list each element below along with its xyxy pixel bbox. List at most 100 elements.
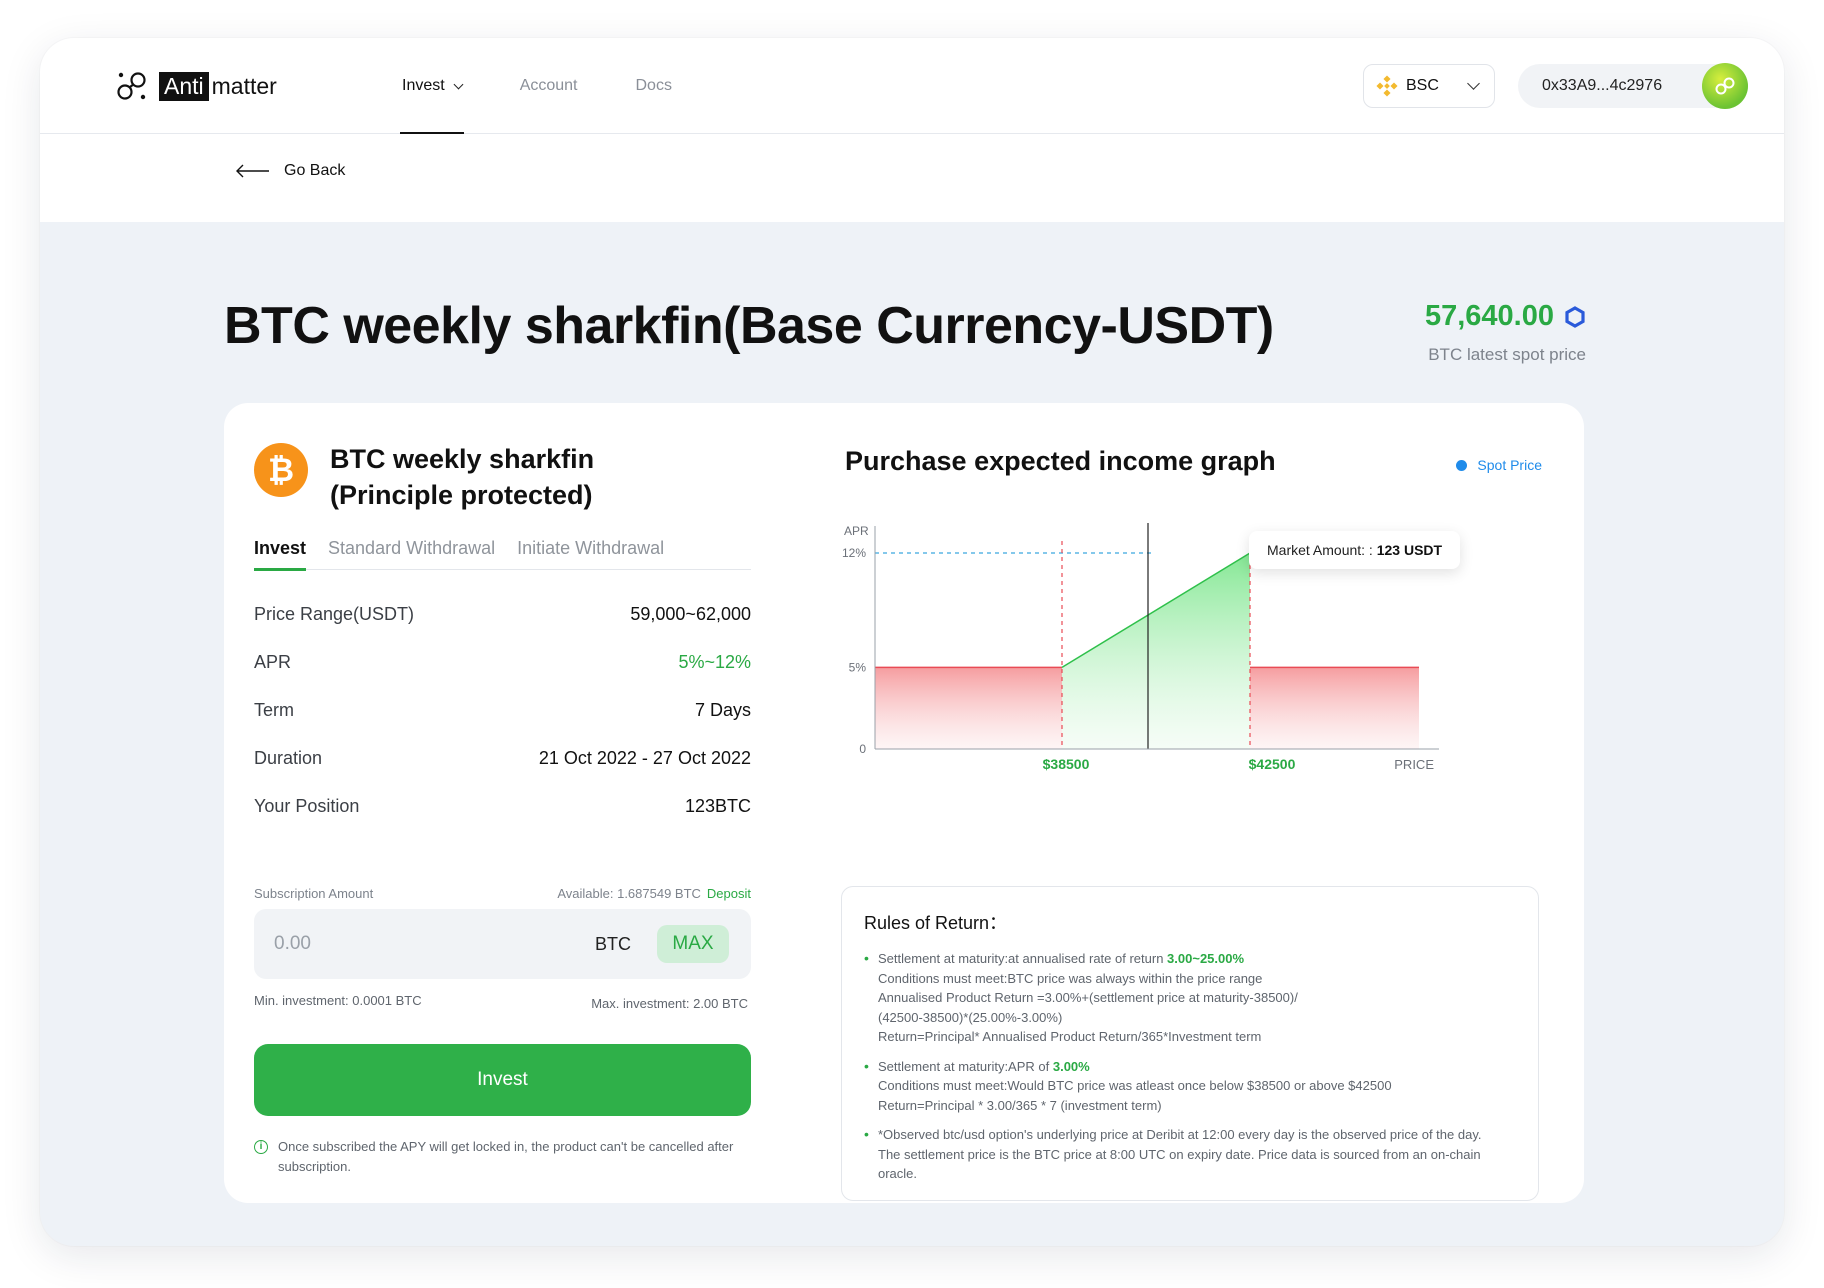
- info-value: 21 Oct 2022 - 27 Oct 2022: [538, 747, 751, 768]
- chain-selector[interactable]: BSC: [1363, 64, 1495, 108]
- nav-account[interactable]: Account: [520, 38, 578, 134]
- tab-invest[interactable]: Invest: [254, 538, 307, 571]
- chevron-down-icon: [1467, 77, 1480, 90]
- subscription-label-row: Subscription Amount Available: 1.687549 …: [254, 886, 751, 901]
- rule-line: Annualised Product Return =3.00%+(settle…: [878, 990, 1298, 1005]
- chain-label: BSC: [1406, 77, 1439, 94]
- info-key: Your Position: [254, 795, 360, 816]
- bullet-icon: •: [864, 1057, 869, 1074]
- info-value: 7 Days: [694, 699, 751, 720]
- tooltip-label: Market Amount: :: [1267, 542, 1373, 558]
- go-back-label: Go Back: [284, 162, 346, 179]
- max-investment: Max. investment: 2.00 BTC: [591, 996, 748, 1011]
- rule-body: Settlement at maturity:at annualised rat…: [878, 949, 1298, 1047]
- bullet-icon: •: [864, 1126, 869, 1142]
- rule-lead-text: *Observed btc/usd option's underlying pr…: [878, 1127, 1482, 1142]
- segment-above-area: [1250, 667, 1419, 749]
- antimatter-logo[interactable]: Anti matter: [115, 66, 277, 106]
- chart-legend: Spot Price: [1456, 457, 1542, 473]
- rule-lead: Settlement at maturity:APR of 3.00%: [878, 1057, 1392, 1077]
- subscription-label: Subscription Amount: [254, 886, 374, 901]
- lock-notice: i Once subscribed the APY will get locke…: [254, 1137, 751, 1177]
- info-key: Price Range(USDT): [254, 603, 415, 624]
- spot-price: 57,640.00: [1425, 300, 1586, 333]
- nav-account-label: Account: [519, 77, 578, 94]
- rule-item: • Settlement at maturity:at annualised ra…: [864, 949, 1516, 1047]
- logo-text-anti: Anti: [159, 71, 209, 101]
- product-info-list: Price Range(USDT) 59,000~62,000 APR 5%~1…: [254, 590, 751, 830]
- available-text: Available: 1.687549 BTC: [557, 886, 701, 901]
- info-value: 123BTC: [684, 795, 751, 816]
- rules-of-return: Rules of Return： • Settlement at maturity…: [841, 886, 1539, 1201]
- rule-body: Settlement at maturity:APR of 3.00% Condi…: [878, 1057, 1392, 1116]
- x-tick-label: $42500: [1249, 756, 1296, 772]
- y-tick-label: 5%: [849, 660, 867, 674]
- deposit-link[interactable]: Deposit: [707, 886, 751, 901]
- chevron-down-icon: [453, 79, 464, 89]
- max-button[interactable]: MAX: [657, 925, 729, 963]
- y-tick-label: 0: [859, 742, 866, 756]
- info-row-position: Your Position 123BTC: [254, 782, 751, 830]
- rule-highlight: 3.00%: [1052, 1058, 1090, 1074]
- chainlink-icon: [1565, 305, 1585, 328]
- info-row-apr: APR 5%~12%: [254, 638, 751, 686]
- wallet-button[interactable]: 0x33A9...4c2976: [1518, 63, 1748, 109]
- rule-line: Conditions must meet:Would BTC price was…: [878, 1078, 1392, 1093]
- product-title-line2: (Principle protected): [330, 480, 593, 510]
- info-key: Duration: [254, 747, 323, 768]
- wallet-avatar: [1702, 63, 1748, 109]
- bitcoin-icon: ₿: [254, 443, 308, 497]
- rule-lead: Settlement at maturity:at annualised rat…: [878, 949, 1298, 969]
- rules-title: Rules of Return：: [864, 913, 1008, 933]
- rule-lead-text: Settlement at maturity:APR of: [878, 1058, 1053, 1074]
- nav-docs-label: Docs: [635, 77, 672, 94]
- info-row-duration: Duration 21 Oct 2022 - 27 Oct 2022: [254, 734, 751, 782]
- rule-body: *Observed btc/usd option's underlying pr…: [878, 1125, 1481, 1184]
- info-key: APR: [254, 651, 292, 672]
- notice-text: Once subscribed the APY will get locked …: [278, 1139, 734, 1174]
- rule-lead: *Observed btc/usd option's underlying pr…: [878, 1125, 1481, 1145]
- rule-line: Return=Principal * 3.00/365 * 7 (investm…: [878, 1097, 1162, 1113]
- app-window: Anti matter Invest Account Docs BSC 0x33…: [40, 38, 1784, 1246]
- subscription-amount-input[interactable]: [274, 933, 554, 955]
- rule-item: • Settlement at maturity:APR of 3.00% Cond…: [864, 1057, 1516, 1116]
- action-tabs: Invest Standard Withdrawal Initiate With…: [254, 538, 751, 571]
- page-title: BTC weekly sharkfin(Base Currency-USDT): [224, 297, 1274, 355]
- info-row-price-range: Price Range(USDT) 59,000~62,000: [254, 590, 751, 638]
- rule-line: Return=Principal* Annualised Product Ret…: [878, 1029, 1262, 1044]
- info-key: Term: [254, 699, 294, 720]
- nav-docs[interactable]: Docs: [636, 38, 672, 134]
- product-title: BTC weekly sharkfin (Principle protected…: [330, 441, 594, 513]
- market-amount-tooltip: Market Amount: : 123 USDT: [1249, 531, 1461, 569]
- tooltip-value: 123 USDT: [1376, 542, 1443, 558]
- rule-line: The settlement price is the BTC price at…: [878, 1146, 1481, 1162]
- invest-button[interactable]: Invest: [254, 1044, 751, 1116]
- legend-label: Spot Price: [1477, 457, 1542, 473]
- x-tick-label: $38500: [1043, 756, 1090, 772]
- rule-highlight: 3.00~25.00%: [1167, 951, 1245, 966]
- rules-list: • Settlement at maturity:at annualised ra…: [864, 949, 1516, 1184]
- spot-price-label: BTC latest spot price: [1428, 345, 1586, 364]
- x-axis-label: PRICE: [1394, 757, 1434, 772]
- bnb-icon: [1376, 75, 1398, 97]
- graph-title: Purchase expected income graph: [845, 446, 1276, 476]
- spot-price-legend-dot: [1456, 459, 1468, 471]
- nav-invest[interactable]: Invest: [400, 38, 464, 134]
- segment-below-area: [875, 667, 1062, 749]
- info-row-term: Term 7 Days: [254, 686, 751, 734]
- tab-standard-withdrawal[interactable]: Standard Withdrawal: [328, 538, 495, 570]
- info-value: 5%~12%: [678, 651, 751, 672]
- wallet-address: 0x33A9...4c2976: [1542, 77, 1663, 94]
- bullet-icon: •: [864, 950, 869, 966]
- product-header: ₿ BTC weekly sharkfin (Principle protect…: [254, 441, 594, 513]
- info-value: 59,000~62,000: [630, 603, 751, 624]
- subscription-amount-box: BTC MAX: [254, 909, 751, 979]
- go-back-button[interactable]: Go Back: [236, 162, 345, 180]
- tab-initiate-withdrawal[interactable]: Initiate Withdrawal: [517, 538, 664, 570]
- rule-item: • *Observed btc/usd option's underlying p…: [864, 1125, 1516, 1184]
- top-navigation-bar: Anti matter Invest Account Docs BSC 0x33…: [40, 38, 1784, 134]
- amount-unit: BTC: [595, 933, 631, 954]
- rule-line: (42500-38500)*(25.00%-3.00%): [878, 1009, 1063, 1025]
- y-tick-label: 12%: [842, 546, 866, 560]
- y-axis-label: APR: [844, 524, 869, 538]
